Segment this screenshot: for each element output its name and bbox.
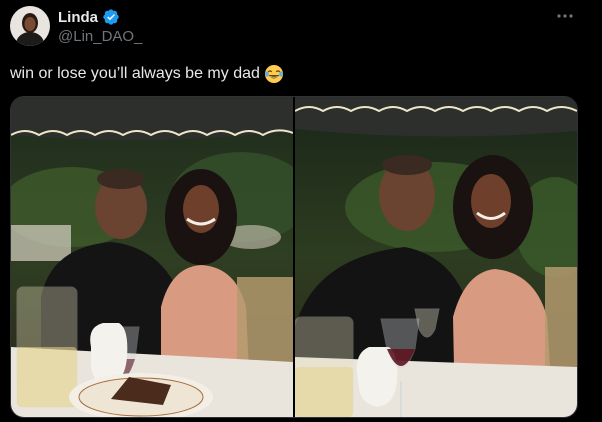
media-grid bbox=[10, 96, 578, 418]
more-dots-icon[interactable] bbox=[554, 8, 576, 24]
photo-1[interactable] bbox=[11, 97, 293, 417]
user-handle[interactable]: @Lin_DAO_ bbox=[58, 28, 142, 45]
tweet: Linda @Lin_DAO_ win or lose you’ll alway… bbox=[0, 0, 602, 422]
face-with-tears-of-joy-icon bbox=[264, 64, 284, 84]
display-name[interactable]: Linda bbox=[58, 9, 98, 26]
photo-2[interactable] bbox=[295, 97, 577, 417]
avatar[interactable] bbox=[10, 6, 50, 46]
tweet-text: win or lose you’ll always be my dad bbox=[10, 64, 284, 84]
tweet-body: win or lose you’ll always be my dad bbox=[10, 65, 260, 82]
verified-badge-icon bbox=[102, 8, 120, 26]
author-block: Linda @Lin_DAO_ bbox=[58, 8, 142, 46]
